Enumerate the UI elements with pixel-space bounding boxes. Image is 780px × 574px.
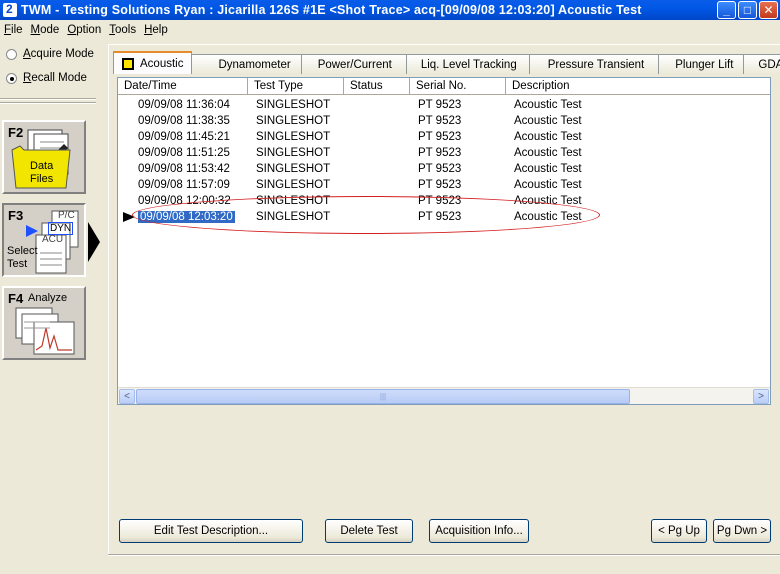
cell-description: Acoustic Test [514,147,582,159]
tab-pressure-transient[interactable]: Pressure Transient [528,54,660,74]
tab-liq-level-tracking[interactable]: Liq. Level Tracking [405,54,530,74]
cell-test-type: SINGLESHOT [256,147,331,159]
column-test-type[interactable]: Test Type [248,78,344,95]
left-panel: Acquire Mode Recall Mode F2 Data Files F… [0,40,100,574]
window-title: TWM - Testing Solutions Ryan : Jicarilla… [21,3,642,17]
app-icon [3,2,17,17]
table-row[interactable]: 09/09/08 11:53:42 SINGLESHOT PT 9523 Aco… [118,161,770,177]
cell-datetime: 09/09/08 11:53:42 [138,163,230,175]
cell-datetime: 09/09/08 11:36:04 [138,99,230,111]
cell-description: Acoustic Test [514,115,582,127]
bottom-separator [108,554,780,556]
column-serial-no[interactable]: Serial No. [410,78,506,95]
cell-datetime: 09/09/08 11:51:25 [138,147,230,159]
menu-option[interactable]: Option [65,24,107,36]
cell-serial: PT 9523 [418,179,462,191]
active-section-arrow-icon [88,222,100,262]
mode-separator-2 [0,102,96,104]
table-row[interactable]: 09/09/08 11:45:21 SINGLESHOT PT 9523 Aco… [118,129,770,145]
edit-test-description-button[interactable]: Edit Test Description... [119,519,303,543]
column-datetime[interactable]: Date/Time [118,78,248,95]
cell-datetime: 09/09/08 11:45:21 [138,131,230,143]
table-row[interactable]: 09/09/08 11:38:35 SINGLESHOT PT 9523 Aco… [118,113,770,129]
test-list[interactable]: Date/Time Test Type Status Serial No. De… [117,77,771,405]
table-header: Date/Time Test Type Status Serial No. De… [118,78,770,95]
acquire-mode-radio[interactable]: Acquire Mode [6,48,94,60]
tab-gda[interactable]: GDA [743,54,780,74]
cell-description: Acoustic Test [514,179,582,191]
menu-mode[interactable]: Mode [29,24,66,36]
cell-serial: PT 9523 [418,131,462,143]
cell-status [344,161,410,177]
f3-select-test-button[interactable]: F3 P/C DYN ACU Select Test [2,203,86,277]
cell-description: Acoustic Test [514,163,582,175]
cell-serial: PT 9523 [418,163,462,175]
table-row[interactable]: 09/09/08 11:36:04 SINGLESHOT PT 9523 Aco… [118,97,770,113]
recall-mode-radio[interactable]: Recall Mode [6,72,87,84]
maximize-button[interactable]: □ [738,1,757,19]
table-row[interactable]: 09/09/08 11:57:09 SINGLESHOT PT 9523 Aco… [118,177,770,193]
cell-test-type: SINGLESHOT [256,179,331,191]
table-row[interactable]: 09/09/08 11:51:25 SINGLESHOT PT 9523 Aco… [118,145,770,161]
page-down-button[interactable]: Pg Dwn > [713,519,771,543]
cell-datetime: 09/09/08 11:38:35 [138,115,230,127]
cell-test-type: SINGLESHOT [256,163,331,175]
acoustic-tab-icon [122,57,134,70]
scrollbar-thumb[interactable]: ||| [136,389,630,404]
cell-test-type: SINGLESHOT [256,115,331,127]
menu-tools[interactable]: Tools [107,24,142,36]
menu-bar: File Mode Option Tools Help [0,20,780,40]
page-up-button[interactable]: < Pg Up [651,519,707,543]
cell-status [344,177,410,193]
menu-help[interactable]: Help [142,24,174,36]
minimize-button[interactable]: _ [717,1,736,19]
cell-status [344,97,410,113]
radio-icon [6,48,17,60]
tab-plunger-lift[interactable]: Plunger Lift [658,54,745,74]
scroll-left-button[interactable]: < [119,389,135,404]
f4-analyze-button[interactable]: F4 Analyze [2,286,86,360]
cell-description: Acoustic Test [514,99,582,111]
cell-serial: PT 9523 [418,147,462,159]
cell-serial: PT 9523 [418,99,462,111]
close-button[interactable]: ✕ [759,1,778,19]
delete-test-button[interactable]: Delete Test [325,519,413,543]
mode-separator [0,98,96,100]
f2-data-files-button[interactable]: F2 Data Files [2,120,86,194]
tab-power-current[interactable]: Power/Current [300,54,407,74]
horizontal-scrollbar[interactable]: < ||| > [118,387,770,404]
analyze-chart-icon [15,307,75,355]
window-controls: _ □ ✕ [717,1,778,19]
main-panel: Acoustic Dynamometer Power/Current Liq. … [108,44,780,554]
tab-dynamometer[interactable]: Dynamometer [191,54,302,74]
cell-status [344,113,410,129]
radio-icon-selected [6,72,17,84]
cell-status [344,129,410,145]
menu-file[interactable]: File [2,24,29,36]
cell-serial: PT 9523 [418,115,462,127]
title-bar: TWM - Testing Solutions Ryan : Jicarilla… [0,0,780,20]
scroll-right-button[interactable]: > [753,389,769,404]
annotation-oval [132,196,600,234]
cell-test-type: SINGLESHOT [256,131,331,143]
tab-acoustic[interactable]: Acoustic [113,51,193,74]
cell-datetime: 09/09/08 11:57:09 [138,179,230,191]
acquisition-info-button[interactable]: Acquisition Info... [429,519,529,543]
column-description[interactable]: Description [506,78,770,95]
cell-description: Acoustic Test [514,131,582,143]
column-status[interactable]: Status [344,78,410,95]
cell-status [344,145,410,161]
cell-test-type: SINGLESHOT [256,99,331,111]
tab-strip: Acoustic Dynamometer Power/Current Liq. … [113,51,780,75]
